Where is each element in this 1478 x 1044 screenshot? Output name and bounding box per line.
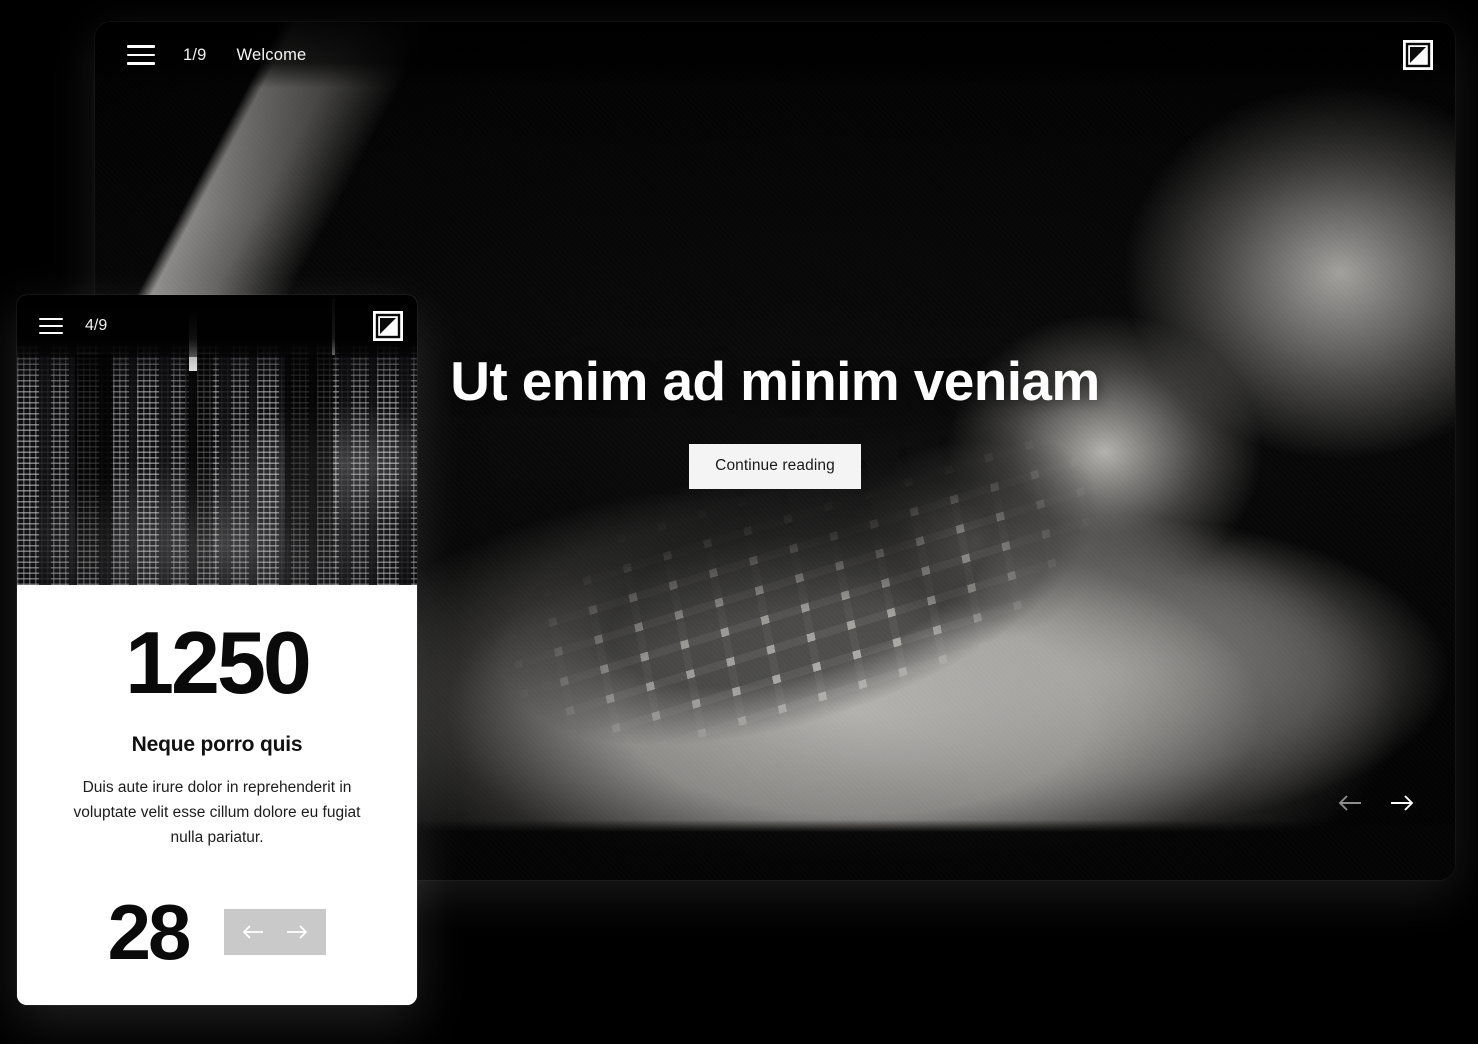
mobile-hamburger-menu-icon[interactable] (39, 317, 63, 335)
hamburger-line-1 (127, 45, 155, 48)
hamburger-menu-icon[interactable] (127, 45, 155, 65)
arrow-left-icon (1338, 795, 1361, 811)
next-slide-button[interactable] (1387, 788, 1417, 818)
mobile-slide-counter: 4/9 (85, 317, 108, 334)
mobile-slide-nav (224, 909, 327, 955)
slide-counter: 1/9 (183, 45, 207, 64)
mobile-footer: 28 (17, 893, 417, 971)
prev-slide-button[interactable] (1335, 788, 1365, 818)
mobile-prev-slide-button[interactable] (240, 921, 266, 943)
mobile-presentation-window: 4/9 1250 Neque porro quis Duis aute irur… (17, 295, 417, 1005)
mobile-topbar: 4/9 (17, 295, 417, 357)
primary-stat-description: Duis aute irure dolor in reprehenderit i… (73, 779, 361, 847)
screen-root: 1/9 Welcome Ut enim ad minim veniam Cont… (0, 0, 1478, 1044)
desktop-slide-nav (1335, 788, 1417, 818)
continue-reading-button[interactable]: Continue reading (689, 444, 861, 490)
mobile-next-slide-button[interactable] (284, 921, 310, 943)
mobile-brand-logo-icon[interactable] (373, 311, 403, 341)
hamburger-line-2 (127, 53, 155, 57)
mobile-content-body: 1250 Neque porro quis Duis aute irure do… (17, 585, 417, 1005)
mobile-hamburger-line-2 (39, 324, 63, 328)
arrow-left-icon (243, 925, 264, 939)
primary-stat-label: Neque porro quis (131, 733, 303, 756)
arrow-right-icon (1391, 795, 1414, 811)
mobile-header-photo: 4/9 (17, 295, 417, 585)
slide-title: Welcome (236, 45, 307, 64)
brand-logo-icon[interactable] (1403, 40, 1433, 70)
city-tower-silhouettes (17, 355, 417, 585)
arrow-right-icon (287, 925, 308, 939)
mobile-hamburger-line-3 (39, 332, 63, 335)
mobile-hamburger-line-1 (39, 317, 63, 320)
hamburger-line-3 (127, 62, 155, 65)
desktop-topbar: 1/9 Welcome (95, 22, 1455, 88)
secondary-stat-value: 28 (107, 888, 192, 976)
primary-stat-value: 1250 (125, 613, 312, 712)
city-window-lights-texture (17, 343, 417, 585)
